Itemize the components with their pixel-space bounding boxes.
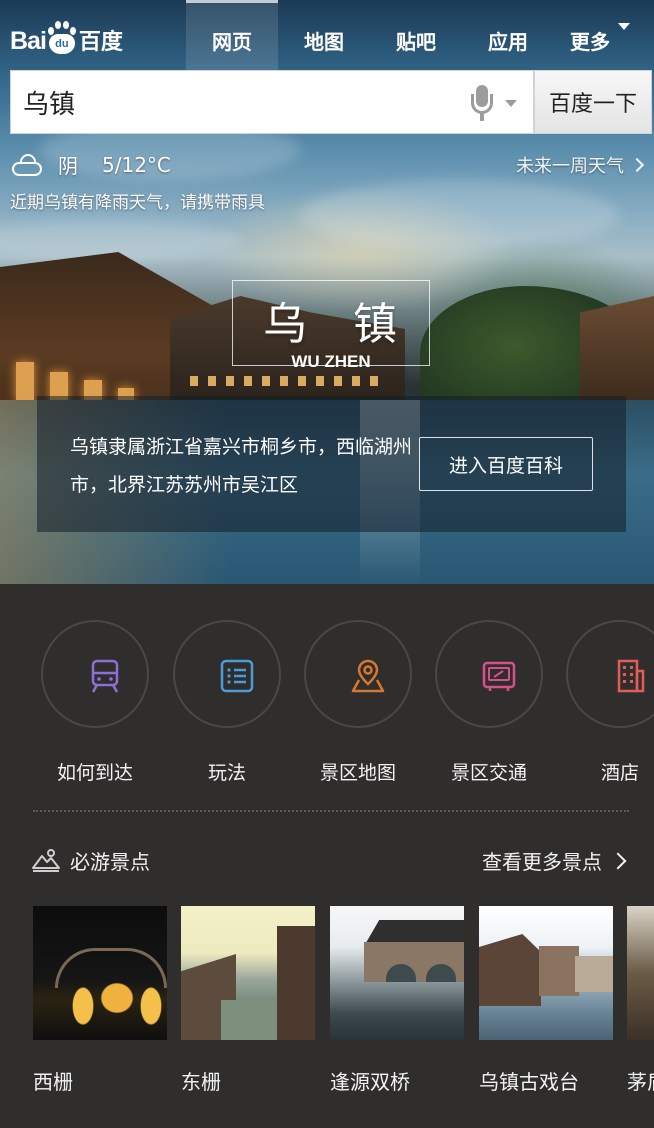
cloud-icon: [12, 150, 44, 176]
icon-circle: [566, 620, 654, 728]
logo-chinese-text: 百度: [78, 30, 123, 55]
quick-link-label: 如何到达: [56, 762, 133, 784]
spots-header: 必游景点 查看更多景点: [0, 836, 654, 884]
spot-card[interactable]: 西栅: [33, 906, 167, 1095]
search-input[interactable]: [11, 72, 451, 132]
lantern-lights: [190, 376, 385, 386]
icon-circle: [173, 620, 281, 728]
quick-link-directions[interactable]: 如何到达: [33, 620, 165, 790]
more-spots-link[interactable]: 查看更多景点: [482, 846, 627, 875]
intro-text: 乌镇隶属浙江省嘉兴市桐乡市，西临湖州市，北界江苏苏州市吴江区: [70, 436, 413, 496]
quick-link-label: 酒店: [600, 762, 639, 784]
hotel-icon: [617, 659, 645, 693]
week-weather-link[interactable]: 未来一周天气: [516, 152, 645, 178]
spot-card[interactable]: 东栅: [181, 906, 315, 1095]
search-box: [10, 70, 534, 134]
train-icon: [91, 659, 119, 693]
spot-thumbnail: [33, 906, 167, 1040]
tab-map[interactable]: 地图: [278, 0, 370, 70]
weather-condition: 阴: [58, 154, 78, 178]
tab-label: 网页: [212, 30, 252, 54]
baike-button[interactable]: 进入百度百科: [419, 437, 593, 491]
tab-apps[interactable]: 应用: [462, 0, 554, 70]
spot-thumbnail: [627, 906, 654, 1040]
spot-name: 东栅: [181, 1070, 221, 1094]
weather-summary: 阴 5/12°C: [12, 150, 171, 179]
paw-icon: du: [47, 20, 77, 56]
spot-name: 茅盾故居: [627, 1070, 654, 1094]
tab-more[interactable]: 更多: [554, 0, 646, 70]
intro-panel: 乌镇隶属浙江省嘉兴市桐乡市，西临湖州市，北界江苏苏州市吴江区 进入百度百科: [37, 396, 626, 532]
icon-circle: [304, 620, 412, 728]
divider: [33, 810, 629, 812]
tab-label: 更多: [570, 30, 610, 54]
search-button[interactable]: 百度一下: [534, 70, 652, 134]
microphone-icon[interactable]: [471, 85, 493, 121]
week-weather-label: 未来一周天气: [516, 156, 624, 177]
spot-thumbnail: [479, 906, 613, 1040]
quick-links: 如何到达 玩法 景区地图 景区交通 酒店: [0, 584, 654, 812]
weather-tip: 近期乌镇有降雨天气，请携带雨具: [10, 193, 265, 213]
nav-tabs: 网页 地图 贴吧 应用 更多: [186, 0, 646, 70]
baidu-logo[interactable]: Bai du 百度: [10, 16, 123, 56]
quick-link-label: 玩法: [207, 762, 246, 784]
quick-link-label: 景区地图: [319, 762, 396, 784]
mountain-icon: [32, 849, 60, 872]
chevron-right-icon: [609, 852, 627, 869]
spot-name: 逢源双桥: [330, 1070, 410, 1094]
chevron-down-icon: [618, 23, 630, 30]
spot-card[interactable]: 茅盾故居: [627, 906, 654, 1095]
more-spots-label: 查看更多景点: [482, 850, 602, 874]
logo-du-text: du: [48, 34, 75, 54]
chevron-right-icon: [629, 157, 645, 173]
spot-card[interactable]: 乌镇古戏台: [479, 906, 613, 1095]
tab-label: 应用: [488, 30, 528, 54]
tab-tieba[interactable]: 贴吧: [370, 0, 462, 70]
icon-circle: [41, 620, 149, 728]
quick-link-scenic-map[interactable]: 景区地图: [296, 620, 428, 790]
bus-icon: [482, 661, 516, 691]
spot-name: 西栅: [33, 1070, 73, 1094]
quick-link-label: 景区交通: [450, 762, 527, 784]
weather-temperature: 5/12°C: [102, 152, 171, 177]
place-title: 乌 镇: [263, 299, 413, 350]
tab-label: 地图: [304, 30, 344, 54]
top-nav: Bai du 百度 网页 地图 贴吧 应用 更多: [0, 0, 654, 70]
hero-building-right: [580, 296, 654, 406]
lit-window: [16, 362, 34, 402]
spot-thumbnail: [181, 906, 315, 1040]
chevron-down-icon[interactable]: [505, 100, 517, 107]
list-icon: [220, 659, 254, 693]
sky-cloud: [300, 180, 620, 250]
quick-link-transport[interactable]: 景区交通: [427, 620, 559, 790]
logo-bai-text: Bai: [10, 27, 47, 55]
map-pin-icon: [351, 659, 385, 693]
quick-link-hotel[interactable]: 酒店: [558, 620, 654, 790]
tab-web[interactable]: 网页: [186, 0, 278, 70]
quick-link-play[interactable]: 玩法: [165, 620, 297, 790]
tab-label: 贴吧: [396, 30, 436, 54]
place-subtitle-en: WU ZHEN: [291, 352, 371, 371]
icon-circle: [435, 620, 543, 728]
spot-card[interactable]: 逢源双桥: [330, 906, 464, 1095]
spot-thumbnail: [330, 906, 464, 1040]
spots-title: 必游景点: [70, 850, 150, 874]
spot-name: 乌镇古戏台: [479, 1070, 579, 1094]
